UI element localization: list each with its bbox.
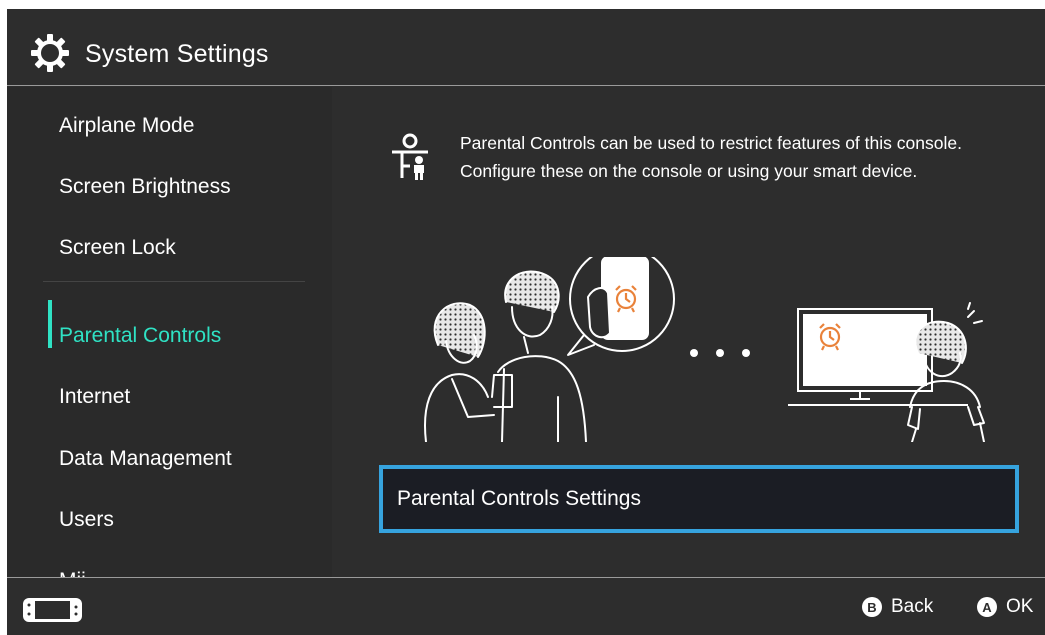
footer: B Back A OK <box>7 577 1045 635</box>
selected-indicator <box>48 300 52 348</box>
header: System Settings <box>7 9 1045 86</box>
main-content: Parental Controls can be used to restric… <box>333 87 1045 577</box>
parental-controls-icon <box>392 133 428 180</box>
parental-controls-settings-button[interactable]: Parental Controls Settings <box>379 465 1019 533</box>
handheld-console-icon <box>23 598 82 622</box>
back-hint[interactable]: B Back <box>862 596 933 618</box>
parental-controls-illustration <box>424 257 985 442</box>
sidebar-divider <box>43 281 305 282</box>
sidebar-item-internet[interactable]: Internet <box>59 385 130 409</box>
sidebar-item-mii[interactable]: Mii <box>59 569 86 577</box>
sidebar-item-parental-controls[interactable]: Parental Controls <box>59 324 221 348</box>
sidebar-item-data-management[interactable]: Data Management <box>59 447 232 471</box>
sidebar: Airplane Mode Screen Brightness Screen L… <box>7 87 332 577</box>
sidebar-item-users[interactable]: Users <box>59 508 114 532</box>
gear-icon <box>31 34 69 72</box>
a-button-icon: A <box>977 597 997 617</box>
sidebar-item-airplane-mode[interactable]: Airplane Mode <box>59 114 194 138</box>
b-button-icon: B <box>862 597 882 617</box>
page-title: System Settings <box>85 40 269 68</box>
ok-hint[interactable]: A OK <box>977 596 1033 618</box>
parental-controls-description: Parental Controls can be used to restric… <box>460 133 962 181</box>
back-label: Back <box>891 596 934 617</box>
sidebar-item-screen-brightness[interactable]: Screen Brightness <box>59 175 231 199</box>
sidebar-item-screen-lock[interactable]: Screen Lock <box>59 236 176 260</box>
system-settings-screen: System Settings Airplane Mode Screen Bri… <box>7 9 1045 635</box>
ok-label: OK <box>1006 596 1034 617</box>
